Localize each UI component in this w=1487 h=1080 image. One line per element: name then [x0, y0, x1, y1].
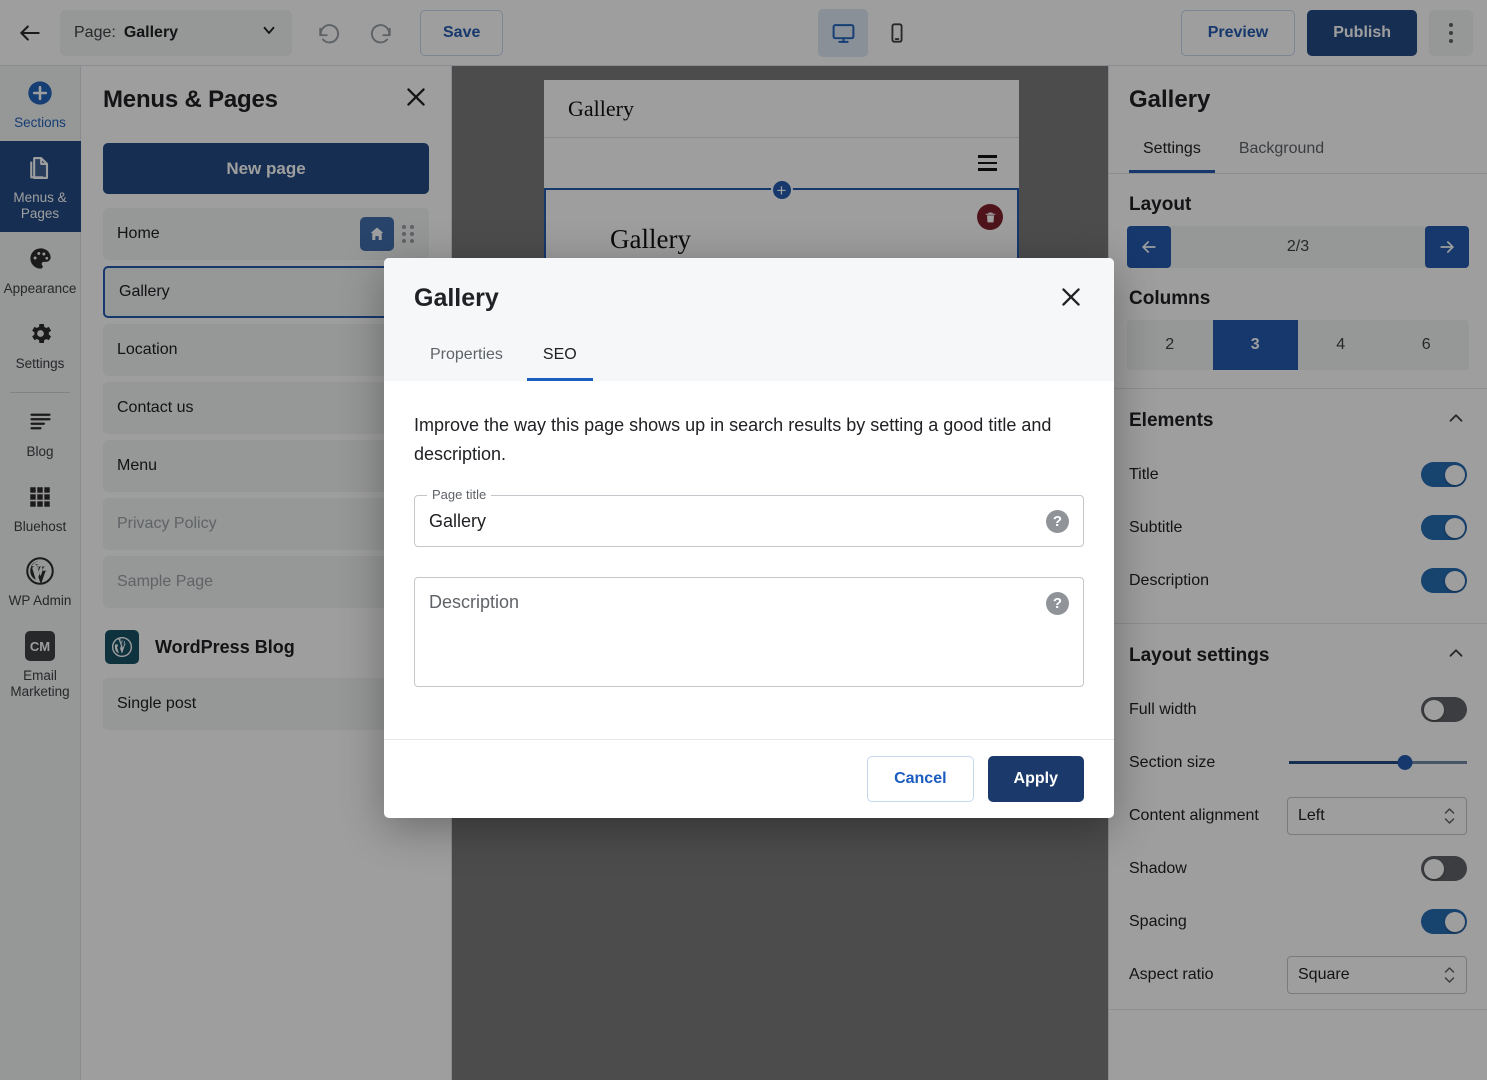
- apply-button[interactable]: Apply: [987, 756, 1084, 802]
- page-title-legend: Page title: [427, 487, 492, 503]
- cancel-button[interactable]: Cancel: [867, 756, 974, 802]
- modal-tabs: Properties SEO: [414, 336, 1084, 381]
- modal-header: Gallery Properties SEO: [384, 258, 1114, 381]
- description-field[interactable]: Description ?: [414, 577, 1084, 688]
- seo-modal: Gallery Properties SEO Improve the way t…: [384, 258, 1114, 818]
- modal-footer: Cancel Apply: [384, 739, 1114, 818]
- modal-header-top: Gallery: [414, 284, 1084, 314]
- tab-properties[interactable]: Properties: [414, 336, 519, 381]
- modal-title: Gallery: [414, 284, 499, 312]
- close-icon[interactable]: [1058, 284, 1084, 314]
- modal-description-text: Improve the way this page shows up in se…: [414, 415, 1052, 465]
- tab-seo[interactable]: SEO: [526, 336, 593, 381]
- help-icon[interactable]: ?: [1046, 509, 1069, 533]
- page-title-input-value: Gallery: [429, 510, 487, 531]
- help-icon[interactable]: ?: [1046, 592, 1069, 616]
- app-root: Page: Gallery Save Preview Publish Secti…: [0, 0, 1487, 1080]
- modal-body: Improve the way this page shows up in se…: [384, 381, 1114, 739]
- page-title-field[interactable]: Page title Gallery ?: [414, 487, 1084, 548]
- description-input-placeholder: Description: [429, 592, 520, 613]
